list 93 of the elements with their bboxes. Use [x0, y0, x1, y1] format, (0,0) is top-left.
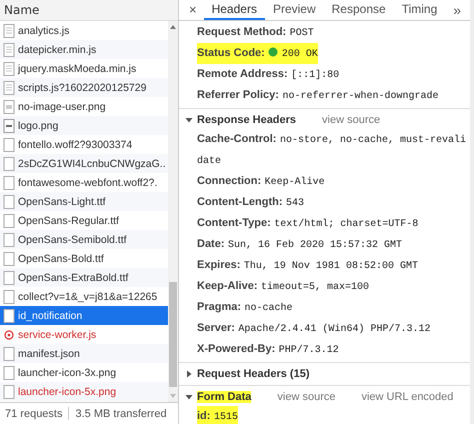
request-row[interactable]: OpenSans-Bold.ttf	[0, 249, 168, 268]
file-icon	[3, 62, 15, 76]
request-row[interactable]: datepicker.min.js	[0, 40, 168, 59]
tab[interactable]: Timing	[394, 0, 446, 20]
gear-icon	[3, 328, 15, 342]
header-line: Connection: Keep-Alive	[197, 174, 325, 190]
collapse-arrow-icon[interactable]	[185, 392, 193, 400]
section-title[interactable]: Response Headers	[197, 114, 296, 126]
collapse-arrow-icon[interactable]	[185, 116, 193, 124]
file-icon	[3, 176, 15, 190]
header-line: Content-Length: 543	[197, 195, 304, 211]
request-name: analytics.js	[18, 24, 70, 36]
request-name: id_notification	[18, 310, 82, 322]
request-row[interactable]: OpenSans-Regular.ttf	[0, 211, 168, 230]
close-icon[interactable]: ×	[179, 0, 204, 20]
header-line: Date: Sun, 16 Feb 2020 15:57:32 GMT	[197, 237, 402, 253]
file-icon	[3, 290, 15, 304]
request-name: scripts.js?16022020125729	[18, 82, 146, 94]
header-line: Server: Apache/2.4.41 (Win64) PHP/7.3.12	[197, 321, 430, 337]
file-icon	[3, 308, 15, 322]
request-row[interactable]: collect?v=1&_v=j81&a=12265	[0, 287, 168, 306]
request-row[interactable]: jquery.maskMoeda.min.js	[0, 59, 168, 78]
request-name: launcher-icon-5x.png	[18, 386, 116, 398]
header-line: Pragma: no-cache	[197, 300, 293, 316]
image-file-icon	[3, 118, 15, 132]
image-file-icon	[3, 100, 15, 114]
file-icon	[3, 366, 15, 380]
request-row[interactable]: id_notification	[0, 306, 168, 325]
scrollbar-thumb[interactable]	[169, 282, 177, 387]
request-name: OpenSans-Regular.ttf	[18, 214, 119, 226]
request-name: fontawesome-webfont.woff2?.	[18, 176, 158, 188]
file-icon	[3, 80, 15, 94]
request-row[interactable]: manifest.json	[0, 344, 168, 363]
request-row[interactable]: analytics.js	[0, 21, 168, 40]
scroll-up-icon[interactable]	[169, 24, 177, 30]
request-row[interactable]: OpenSans-Semibold.ttf	[0, 230, 168, 249]
request-name: OpenSans-Bold.ttf	[18, 252, 104, 264]
request-row[interactable]: launcher-icon-3x.png	[0, 363, 168, 382]
header-line: Expires: Thu, 19 Nov 1981 08:52:00 GMT	[197, 258, 418, 274]
header-line: Referrer Policy: no-referrer-when-downgrade	[197, 88, 438, 104]
file-icon	[3, 214, 15, 228]
header-line: Keep-Alive: timeout=5, max=100	[197, 279, 370, 295]
request-count: 71 requests	[5, 408, 62, 420]
request-name: service-worker.js	[18, 328, 96, 340]
request-name: launcher-icon-3x.png	[18, 366, 116, 378]
file-icon	[3, 194, 15, 208]
tab[interactable]: Preview	[264, 0, 324, 20]
request-name: OpenSans-Semibold.ttf	[18, 234, 127, 246]
header-line: X-Powered-By: PHP/7.3.12	[197, 342, 339, 358]
request-row[interactable]: OpenSans-Light.ttf	[0, 192, 168, 211]
file-icon	[3, 232, 15, 246]
request-name: logo.png	[18, 120, 58, 132]
transferred-size: 3.5 MB transferred	[75, 408, 167, 420]
section-title[interactable]: Request Headers (15)	[197, 368, 310, 380]
request-row[interactable]: scripts.js?16022020125729	[0, 78, 168, 97]
header-line: Remote Address: [::1]:80	[197, 67, 340, 83]
view-link[interactable]: view source	[322, 114, 380, 126]
file-icon	[3, 346, 15, 360]
scrollbar[interactable]	[168, 21, 178, 402]
view-link[interactable]: view source	[277, 390, 336, 402]
file-icon	[3, 270, 15, 284]
request-row[interactable]: logo.png	[0, 116, 168, 135]
file-icon	[3, 252, 15, 266]
request-name: datepicker.min.js	[18, 44, 96, 56]
tab[interactable]: Headers	[204, 0, 265, 20]
request-name: jquery.maskMoeda.min.js	[18, 62, 136, 74]
header-line: Cache-Control: no-store, no-cache, must-revalidate	[197, 132, 466, 169]
request-name: no-image-user.png	[18, 100, 106, 112]
request-name: collect?v=1&_v=j81&a=12265	[18, 290, 158, 302]
expand-arrow-icon[interactable]	[185, 370, 193, 378]
file-icon	[3, 156, 15, 170]
header-line: Content-Type: text/html; charset=UTF-8	[197, 216, 418, 232]
request-row[interactable]: OpenSans-ExtraBold.ttf	[0, 268, 168, 287]
header-line: Request Method: POST	[197, 25, 314, 41]
request-name: OpenSans-ExtraBold.ttf	[18, 272, 128, 284]
request-name: OpenSans-Light.ttf	[18, 196, 106, 208]
request-name: fontello.woff2?93003374	[18, 138, 132, 150]
tab[interactable]: Response	[324, 0, 394, 20]
file-icon	[3, 42, 15, 56]
request-name: manifest.json	[18, 348, 80, 360]
column-header[interactable]: Name	[0, 0, 178, 21]
request-row[interactable]: fontawesome-webfont.woff2?.	[0, 173, 168, 192]
request-row[interactable]: 2sDcZG1WI4LcnbuCNWgzaG..	[0, 154, 168, 173]
more-tabs-button[interactable]: »	[445, 0, 470, 20]
request-row[interactable]: launcher-icon-5x.png	[0, 382, 168, 401]
request-name: 2sDcZG1WI4LcnbuCNWgzaG..	[18, 158, 166, 170]
request-row[interactable]: no-image-user.png	[0, 97, 168, 116]
file-icon	[3, 138, 15, 152]
view-link[interactable]: view URL encoded	[361, 390, 454, 402]
file-icon	[3, 24, 15, 38]
request-row[interactable]: fontello.woff2?93003374	[0, 135, 168, 154]
file-icon	[3, 384, 15, 398]
request-row[interactable]: service-worker.js	[0, 325, 168, 344]
